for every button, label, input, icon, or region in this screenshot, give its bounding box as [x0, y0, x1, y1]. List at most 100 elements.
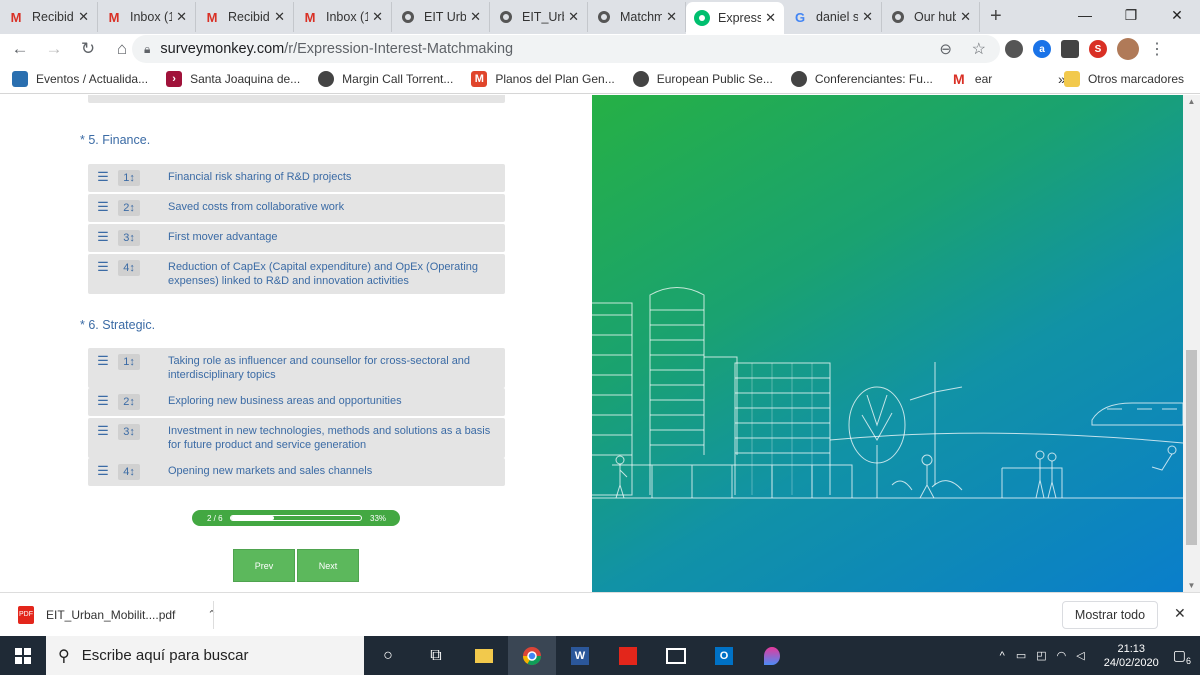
- bookmark-star-icon[interactable]: ☆: [972, 39, 986, 59]
- tab-close-icon[interactable]: ✕: [666, 9, 677, 25]
- taskbar-search-input[interactable]: ⚲ Escribe aquí para buscar: [46, 636, 364, 675]
- ranking-item[interactable]: ☰ 2 ↕ Saved costs from collaborative work: [88, 194, 505, 222]
- browser-tab[interactable]: EIT Urban ✕: [392, 2, 490, 32]
- tab-close-icon[interactable]: ✕: [176, 9, 187, 25]
- chrome-icon[interactable]: [508, 636, 556, 675]
- browser-tab[interactable]: Matchmaking ✕: [588, 2, 686, 32]
- network-icon[interactable]: ◰: [1036, 649, 1046, 662]
- back-icon[interactable]: ←: [6, 39, 34, 59]
- tab-close-icon[interactable]: ✕: [765, 10, 776, 26]
- tab-close-icon[interactable]: ✕: [372, 9, 383, 25]
- bookmark-item[interactable]: Eventos / Actualida...: [12, 70, 148, 87]
- chevron-up-icon[interactable]: ^: [1000, 650, 1005, 662]
- outlook-icon[interactable]: O: [700, 636, 748, 675]
- prev-button[interactable]: Prev: [233, 549, 295, 582]
- close-icon[interactable]: ✕: [1174, 605, 1186, 622]
- bookmark-favicon-icon: M: [471, 70, 488, 87]
- cortana-icon[interactable]: ○: [364, 636, 412, 675]
- next-button[interactable]: Next: [297, 549, 359, 582]
- rank-select[interactable]: 1 ↕: [118, 170, 140, 186]
- browser-tab[interactable]: M Recibidos ✕: [0, 2, 98, 32]
- address-bar[interactable]: 🔒︎ surveymonkey.com/r/Expression-Interes…: [132, 35, 1000, 63]
- other-bookmarks[interactable]: Otros marcadores: [1063, 70, 1184, 87]
- bookmark-item[interactable]: Conferenciantes: Fu...: [790, 70, 933, 87]
- globe-icon: [632, 70, 649, 87]
- bookmark-item[interactable]: M Planos del Plan Gen...: [471, 70, 615, 87]
- ranking-item[interactable]: ☰ 1 ↕ Taking role as influencer and counsel…: [88, 348, 505, 388]
- bookmark-item[interactable]: European Public Se...: [632, 70, 773, 87]
- scroll-down-icon[interactable]: ▼: [1183, 581, 1200, 590]
- drag-handle-icon[interactable]: ☰: [88, 393, 118, 409]
- menu-icon[interactable]: ⋮: [1149, 39, 1165, 59]
- notifications-icon[interactable]: ▢ 6: [1173, 647, 1191, 666]
- reload-icon[interactable]: ↻: [74, 39, 102, 59]
- tab-close-icon[interactable]: ✕: [862, 9, 873, 25]
- close-window-icon[interactable]: ✕: [1154, 0, 1200, 30]
- new-tab-icon[interactable]: +: [980, 5, 1012, 28]
- extension-icon[interactable]: [1061, 40, 1079, 58]
- show-all-button[interactable]: Mostrar todo: [1062, 601, 1158, 629]
- globe-icon: [400, 9, 416, 25]
- rank-select[interactable]: 2 ↕: [118, 394, 140, 410]
- minimize-icon[interactable]: —: [1062, 0, 1108, 30]
- windows-start-icon[interactable]: [0, 636, 46, 675]
- tab-close-icon[interactable]: ✕: [960, 9, 971, 25]
- zoom-icon[interactable]: ⊖: [939, 40, 952, 58]
- ranking-item[interactable]: ☰ 1 ↕ Financial risk sharing of R&D project…: [88, 164, 505, 192]
- bookmark-item[interactable]: › Santa Joaquina de...: [166, 70, 300, 87]
- browser-tab[interactable]: M Recibidos ✕: [196, 2, 294, 32]
- browser-tab[interactable]: M Inbox (1 ✕: [294, 2, 392, 32]
- scrollbar-thumb[interactable]: [1186, 350, 1197, 545]
- ranking-item[interactable]: ☰ 2 ↕ Exploring new business areas and oppo…: [88, 388, 505, 416]
- ranking-item[interactable]: ☰ 4 ↕ Reduction of CapEx (Capital expenditu…: [88, 254, 505, 294]
- bookmark-item[interactable]: Mear: [951, 71, 992, 87]
- paint-icon[interactable]: [748, 636, 796, 675]
- volume-icon[interactable]: ◁: [1076, 649, 1084, 662]
- drag-handle-icon[interactable]: ☰: [88, 259, 118, 275]
- clock[interactable]: 21:13 24/02/2020: [1104, 642, 1159, 670]
- wifi-icon[interactable]: ◠: [1057, 649, 1067, 662]
- rank-select[interactable]: 1 ↕: [118, 354, 140, 370]
- rank-select[interactable]: 4 ↕: [118, 260, 140, 276]
- scroll-up-icon[interactable]: ▲: [1183, 97, 1200, 106]
- tab-close-icon[interactable]: ✕: [78, 9, 89, 25]
- ranking-item-partial[interactable]: [88, 95, 505, 103]
- extension-icon[interactable]: [1005, 40, 1023, 58]
- avatar[interactable]: [1117, 38, 1139, 60]
- word-icon[interactable]: W: [556, 636, 604, 675]
- forward-icon[interactable]: →: [40, 39, 68, 59]
- rank-select[interactable]: 3 ↕: [118, 424, 140, 440]
- photos-icon[interactable]: [652, 636, 700, 675]
- drag-handle-icon[interactable]: ☰: [88, 229, 118, 245]
- download-item[interactable]: PDF EIT_Urban_Mobilit....pdf ⌃: [18, 605, 217, 624]
- bookmark-item[interactable]: Margin Call Torrent...: [318, 70, 453, 87]
- browser-tab[interactable]: Gdaniel s ✕: [784, 2, 882, 32]
- task-view-icon[interactable]: ⧉: [412, 636, 460, 675]
- file-explorer-icon[interactable]: [460, 636, 508, 675]
- ranking-item[interactable]: ☰ 4 ↕ Opening new markets and sales channel…: [88, 458, 505, 486]
- browser-tab[interactable]: M Inbox (1 ✕: [98, 2, 196, 32]
- drag-handle-icon[interactable]: ☰: [88, 199, 118, 215]
- ranking-item[interactable]: ☰ 3 ↕ First mover advantage: [88, 224, 505, 252]
- restore-icon[interactable]: ❐: [1108, 0, 1154, 30]
- browser-tab[interactable]: Our hub ✕: [882, 2, 980, 32]
- battery-icon[interactable]: ▭: [1016, 649, 1026, 662]
- extension-icon[interactable]: S: [1089, 40, 1107, 58]
- rank-select[interactable]: 3 ↕: [118, 230, 140, 246]
- drag-handle-icon[interactable]: ☰: [88, 169, 118, 185]
- browser-tab-active[interactable]: Expression✕: [686, 2, 784, 34]
- rank-select[interactable]: 2 ↕: [118, 200, 140, 216]
- drag-handle-icon[interactable]: ☰: [88, 353, 118, 369]
- tab-close-icon[interactable]: ✕: [568, 9, 579, 25]
- ranking-item[interactable]: ☰ 3 ↕ Investment in new technologies, metho…: [88, 418, 505, 458]
- drag-handle-icon[interactable]: ☰: [88, 423, 118, 439]
- browser-tab[interactable]: EIT_Urban ✕: [490, 2, 588, 32]
- drag-handle-icon[interactable]: ☰: [88, 463, 118, 479]
- browser-toolbar: ← → ↻ ⌂ 🔒︎ surveymonkey.com/r/Expression…: [0, 34, 1200, 64]
- tab-close-icon[interactable]: ✕: [274, 9, 285, 25]
- tab-close-icon[interactable]: ✕: [470, 9, 481, 25]
- page-scrollbar[interactable]: ▲ ▼: [1183, 95, 1200, 592]
- acrobat-icon[interactable]: [604, 636, 652, 675]
- rank-select[interactable]: 4 ↕: [118, 464, 140, 480]
- extension-icon[interactable]: a: [1033, 40, 1051, 58]
